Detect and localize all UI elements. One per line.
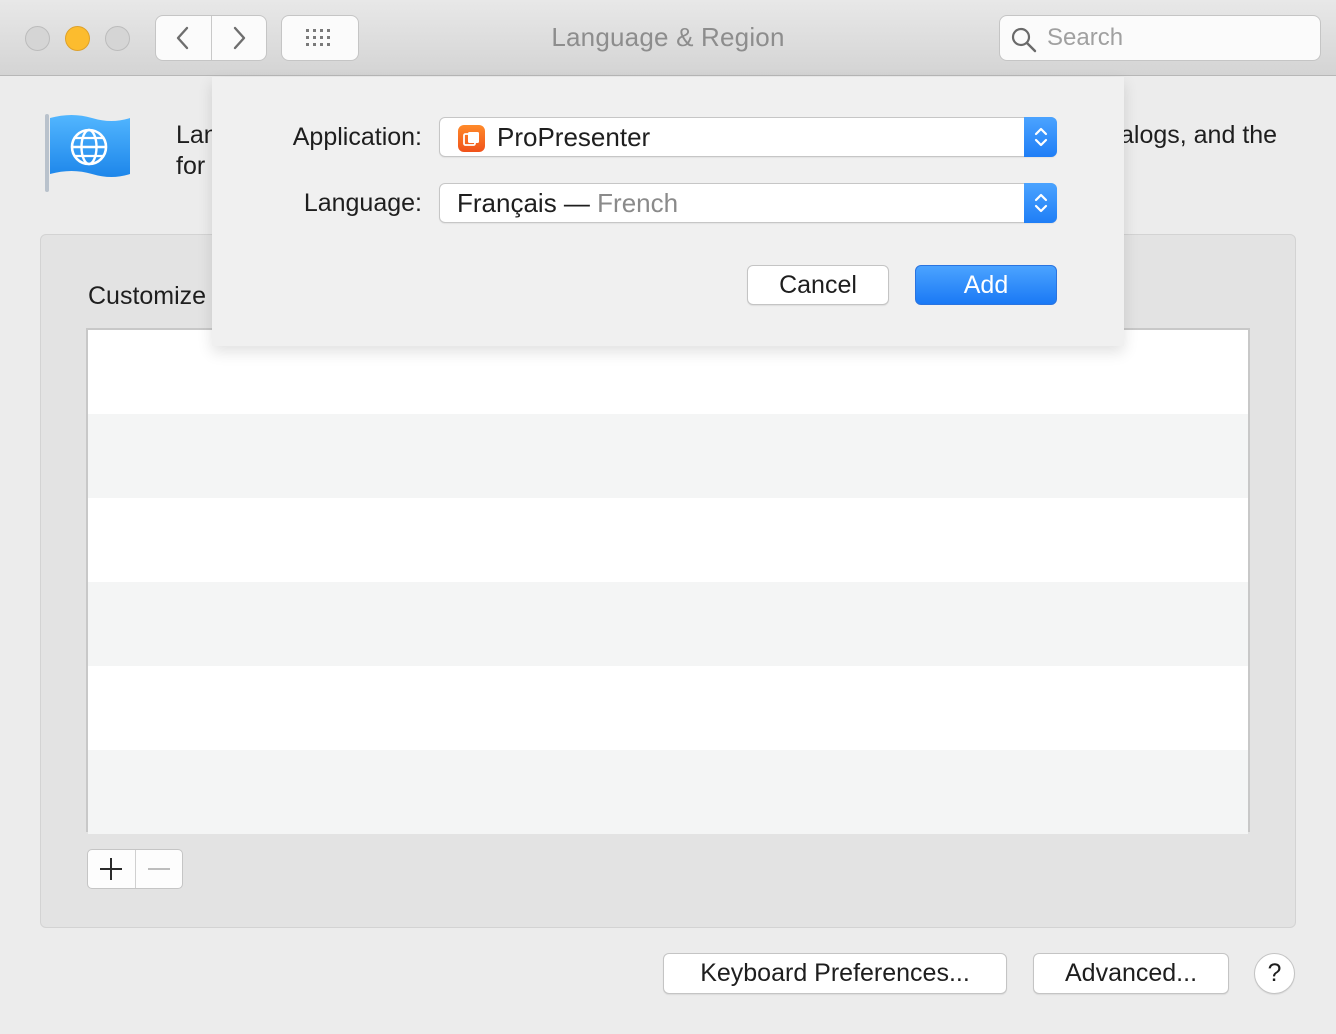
title-bar: Language & Region Search xyxy=(0,0,1336,76)
table-row[interactable] xyxy=(88,582,1248,666)
add-button[interactable]: Add xyxy=(915,265,1057,305)
add-app-button[interactable] xyxy=(88,850,135,888)
table-row[interactable] xyxy=(88,666,1248,750)
advanced-button[interactable]: Advanced... xyxy=(1033,953,1229,994)
application-label: Application: xyxy=(292,123,422,151)
table-row[interactable] xyxy=(88,414,1248,498)
language-value: Français xyxy=(457,188,557,218)
add-remove-buttons xyxy=(87,849,183,889)
language-separator: — xyxy=(556,188,598,218)
table-row[interactable] xyxy=(88,498,1248,582)
language-popup-arrows[interactable] xyxy=(1024,183,1057,223)
flag-globe-icon xyxy=(45,114,130,192)
header-description-left: Lan for xyxy=(176,121,218,180)
plus-icon xyxy=(100,858,123,880)
customize-label: Customize xyxy=(88,282,207,310)
application-popup[interactable]: ProPresenter xyxy=(439,117,1057,157)
language-value-group: Français — French xyxy=(457,188,678,219)
remove-app-button[interactable] xyxy=(134,850,183,888)
up-down-arrows-icon xyxy=(1034,193,1047,213)
application-popup-arrows[interactable] xyxy=(1024,117,1057,157)
app-language-table[interactable] xyxy=(86,328,1250,834)
language-subvalue: French xyxy=(597,188,679,218)
keyboard-preferences-button[interactable]: Keyboard Preferences... xyxy=(663,953,1007,994)
search-icon xyxy=(1011,27,1037,53)
search-field[interactable]: Search xyxy=(999,15,1321,61)
language-popup[interactable]: Français — French xyxy=(439,183,1057,223)
propresenter-app-icon xyxy=(458,125,485,152)
cancel-button[interactable]: Cancel xyxy=(747,265,889,305)
search-placeholder: Search xyxy=(1047,24,1124,51)
table-row[interactable] xyxy=(88,750,1248,834)
header-description-right: alogs, and the xyxy=(1120,121,1278,149)
minus-icon xyxy=(147,868,170,870)
help-button[interactable]: ? xyxy=(1254,953,1295,994)
language-label: Language: xyxy=(303,189,422,217)
application-value: ProPresenter xyxy=(497,122,651,152)
up-down-arrows-icon xyxy=(1034,127,1047,147)
